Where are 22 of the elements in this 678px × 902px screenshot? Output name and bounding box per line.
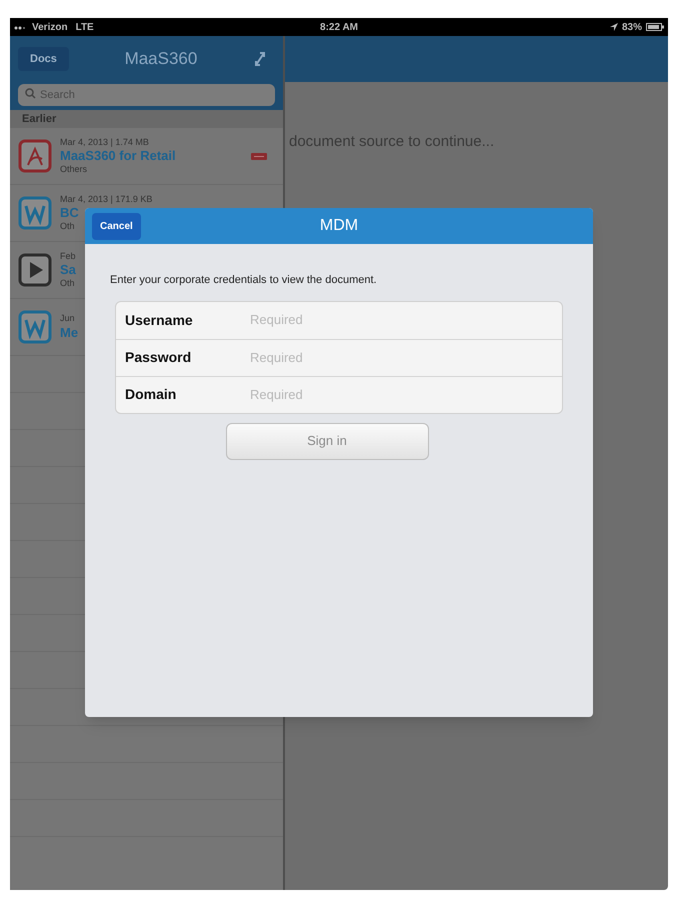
document-title: Sa bbox=[60, 262, 76, 278]
document-meta: Jun bbox=[60, 313, 75, 324]
field-label: Password bbox=[125, 348, 192, 367]
carrier-name: Verizon bbox=[32, 20, 68, 34]
battery-percent: 83% bbox=[622, 20, 642, 34]
field-label: Domain bbox=[125, 385, 178, 404]
document-meta: Feb bbox=[60, 250, 76, 262]
dialog-title: MDM bbox=[320, 216, 358, 236]
field-label: Username bbox=[125, 310, 194, 330]
document-title: MaaS360 for Retail bbox=[60, 148, 176, 164]
document-meta: Mar 4, 2013 | 171.9 KB bbox=[60, 194, 152, 205]
document-category: Oth bbox=[60, 221, 75, 232]
document-category: Oth bbox=[60, 278, 75, 290]
dialog-instructions: Enter your corporate credentials to view the document. bbox=[110, 273, 378, 288]
document-category: Others bbox=[60, 164, 88, 176]
sidebar-title: MaaS360 bbox=[124, 48, 198, 70]
clock: 8:22 AM bbox=[319, 20, 359, 34]
document-meta: Mar 4, 2013 | 1.74 MB bbox=[60, 136, 149, 148]
document-title: Me bbox=[60, 324, 78, 341]
document-title: BC bbox=[60, 204, 79, 222]
section-header: Earlier bbox=[10, 110, 283, 128]
network-type: LTE bbox=[76, 20, 94, 34]
